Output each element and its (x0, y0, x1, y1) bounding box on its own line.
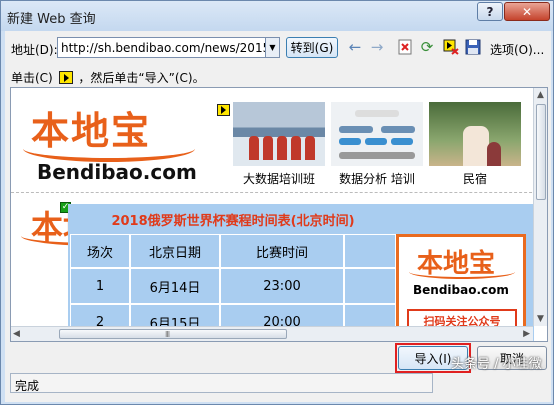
scroll-right-icon[interactable]: ▶ (523, 329, 530, 339)
forward-icon[interactable]: → (368, 38, 386, 56)
web-query-dialog: 新建 Web 查询 ? ✕ 地址(D): http://sh.bendibao.… (0, 0, 554, 405)
scroll-up-icon[interactable]: ▲ (537, 90, 544, 100)
promo-logo-english: Bendibao.com (413, 283, 509, 297)
table-header-cell: 场次 (70, 234, 130, 268)
schedule-title: 2018俄罗斯世界杯赛程时间表(北京时间) (111, 214, 355, 229)
instruction-suffix: ，然后单击“导入”(C)。 (78, 71, 205, 85)
status-bar: 完成 (10, 373, 433, 393)
thumbnail-image[interactable] (233, 102, 325, 166)
scroll-left-icon[interactable]: ◀ (13, 329, 20, 339)
web-preview-pane[interactable]: 本地宝 Bendibao.com 大数据培训班 数据分析 培训 民宿 ✓ 201… (10, 87, 548, 342)
hide-icons-icon[interactable] (442, 38, 460, 56)
dialog-title: 新建 Web 查询 (7, 12, 96, 27)
title-bar: 新建 Web 查询 ? ✕ (1, 1, 553, 31)
back-icon[interactable]: ← (346, 38, 364, 56)
table-cell: 23:00 (220, 268, 344, 304)
table-header-cell-empty (344, 234, 396, 268)
table-select-arrow-icon (58, 71, 73, 84)
thumbnail-caption[interactable]: 大数据培训班 (233, 170, 325, 187)
thumbnail-caption[interactable]: 民宿 (429, 170, 521, 187)
instruction-prefix: 单击(C) (11, 71, 53, 85)
address-input[interactable]: http://sh.bendibao.com/news/2015726 ▼ (57, 37, 280, 58)
divider (11, 192, 547, 193)
close-button[interactable]: ✕ (504, 2, 550, 21)
save-query-icon[interactable] (464, 38, 482, 56)
address-label: 地址(D): (11, 43, 58, 57)
logo-english-text: Bendibao.com (37, 160, 197, 184)
scroll-grip-icon: III (165, 330, 170, 339)
table-select-arrow-icon[interactable] (217, 104, 230, 116)
status-text: 完成 (15, 379, 40, 393)
help-button[interactable]: ? (477, 2, 503, 21)
scroll-down-icon[interactable]: ▼ (537, 314, 544, 324)
address-dropdown-button[interactable]: ▼ (265, 38, 279, 57)
address-value: http://sh.bendibao.com/news/2015726 (61, 41, 280, 55)
watermark-text: 头条号 / 小哇微 (451, 357, 542, 372)
table-cell: 6月14日 (130, 268, 220, 304)
vertical-scrollbar[interactable]: ▲ ▼ (533, 88, 547, 326)
refresh-icon[interactable]: ⟳ (418, 38, 436, 56)
table-cell-empty (344, 268, 396, 304)
table-header-cell: 北京日期 (130, 234, 220, 268)
thumbnail-image[interactable] (429, 102, 521, 166)
bendibao-logo: 本地宝 Bendibao.com (17, 96, 207, 188)
dialog-body: 地址(D): http://sh.bendibao.com/news/20157… (5, 31, 551, 402)
thumbnail-caption[interactable]: 数据分析 培训 (329, 170, 425, 187)
vertical-scroll-thumb[interactable] (536, 104, 546, 200)
table-header-cell: 比赛时间 (220, 234, 344, 268)
stop-icon[interactable] (396, 38, 414, 56)
instruction-text: 单击(C) ，然后单击“导入”(C)。 (11, 69, 205, 86)
horizontal-scrollbar[interactable]: ◀ III ▶ (11, 326, 533, 341)
table-cell: 1 (70, 268, 130, 304)
options-button[interactable]: 选项(O)... (490, 41, 544, 58)
thumbnail-image[interactable] (331, 102, 423, 166)
go-button[interactable]: 转到(G) (286, 37, 338, 58)
horizontal-scroll-thumb[interactable]: III (59, 329, 287, 339)
